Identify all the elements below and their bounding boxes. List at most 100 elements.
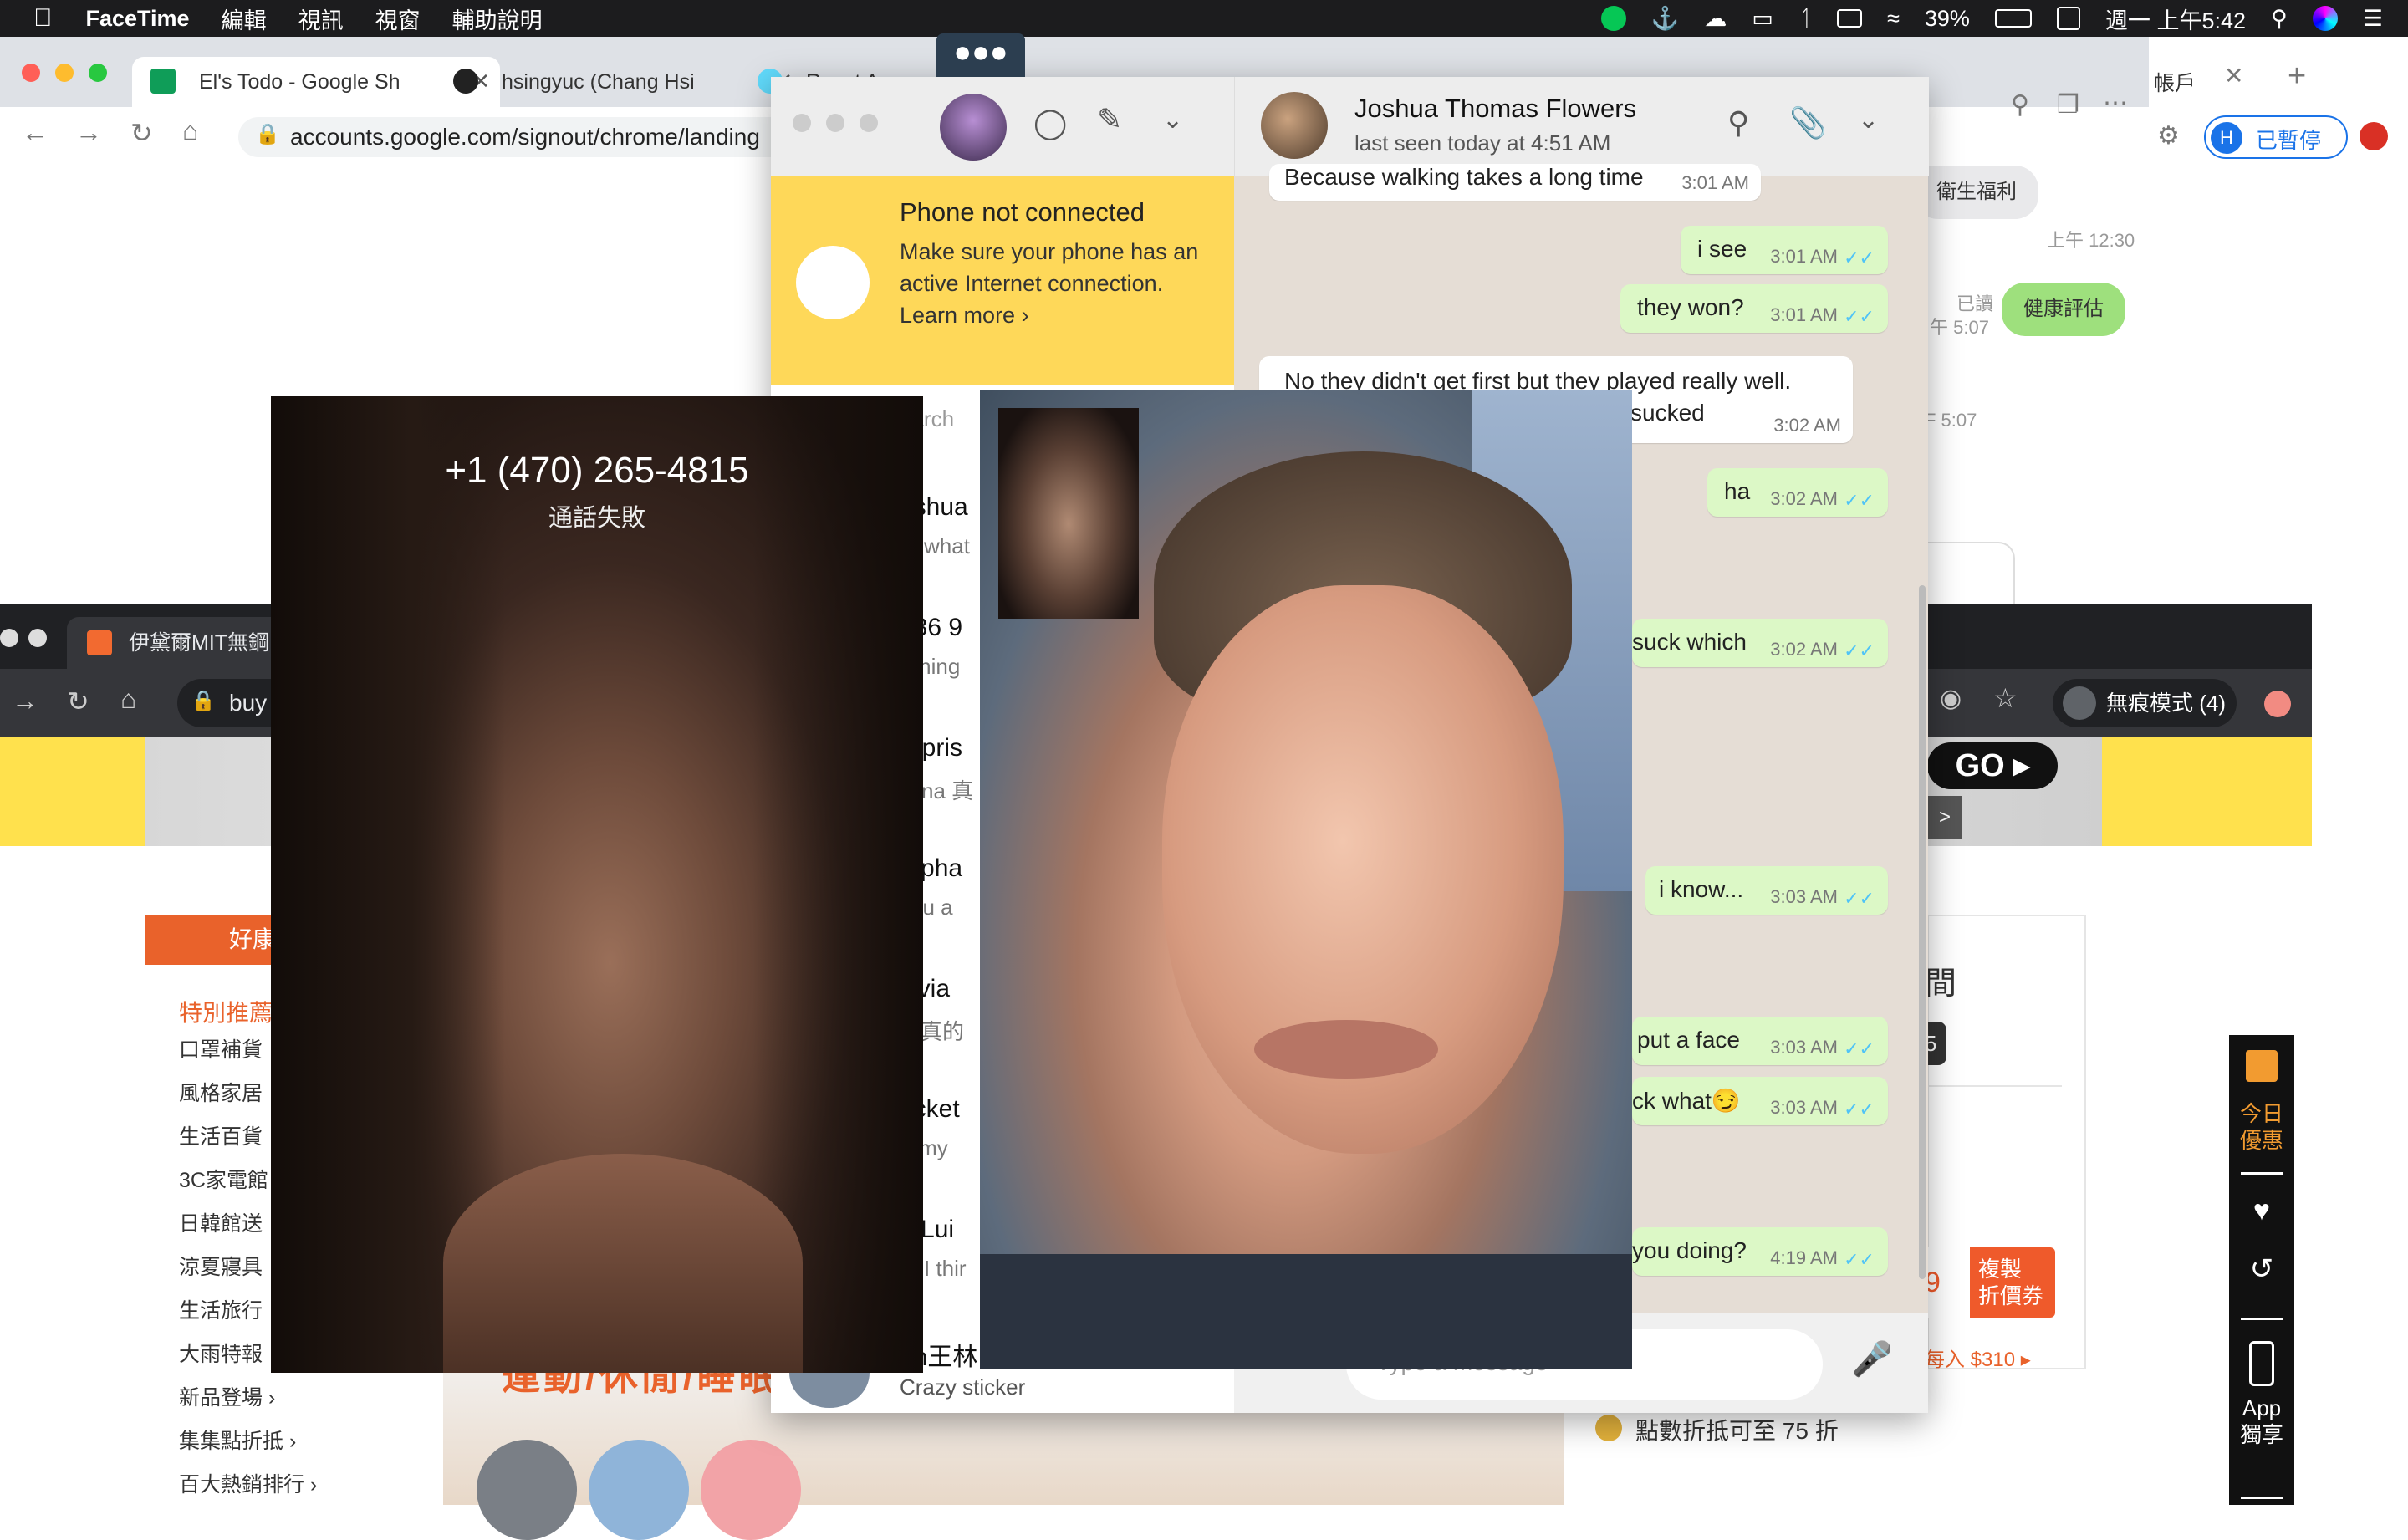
history-icon[interactable]: ↺	[2229, 1255, 2294, 1283]
message-time: 3:02 AM	[1770, 488, 1838, 509]
message-outgoing[interactable]: they won? 3:01 AM ✓✓	[1620, 284, 1888, 333]
contact-last-seen: last seen today at 4:51 AM	[1354, 130, 1611, 156]
menu-edit[interactable]: 編輯	[222, 3, 267, 35]
message-outgoing[interactable]: you doing? 4:19 AM ✓✓	[1632, 1227, 1888, 1276]
side-menu-item[interactable]: 風格家居	[179, 1077, 263, 1107]
tab-account[interactable]: 帳戶	[2107, 57, 2304, 107]
update-badge-icon[interactable]	[2264, 691, 2291, 717]
gift-icon[interactable]	[2246, 1050, 2278, 1082]
side-menu-item[interactable]: 3C家電館	[179, 1164, 268, 1194]
keyboard-icon[interactable]	[1837, 9, 1863, 28]
profile-paused-button[interactable]: H 已暫停	[2204, 115, 2348, 159]
attach-icon[interactable]: 📎	[1789, 105, 1827, 140]
forward-icon[interactable]: →	[12, 686, 38, 716]
side-menu-item[interactable]: 生活旅行	[179, 1294, 263, 1324]
side-menu-item[interactable]: 口罩補貨	[179, 1033, 263, 1063]
home-icon[interactable]: ⌂	[182, 115, 198, 146]
my-profile-avatar[interactable]	[940, 94, 1007, 161]
line-status-icon[interactable]	[1600, 6, 1626, 31]
window-close-button[interactable]	[793, 114, 811, 132]
creative-cloud-icon[interactable]: ☁	[1704, 6, 1727, 32]
todays-deal-link[interactable]: 今日 優惠	[2229, 1100, 2294, 1154]
window-minimize-button[interactable]	[826, 114, 844, 132]
bookmark-star-icon[interactable]: ☆	[1993, 682, 2018, 714]
color-swatch[interactable]	[701, 1440, 801, 1540]
docker-icon[interactable]: ⚓	[1651, 5, 1680, 32]
tab-window-icon[interactable]: ❐	[2057, 90, 2079, 120]
menu-app-name[interactable]: FaceTime	[86, 6, 190, 32]
wifi-icon[interactable]: ≈	[1887, 6, 1900, 32]
bluetooth-icon[interactable]: ᛐ	[1798, 6, 1812, 32]
zoom-lens-icon[interactable]: ⚲	[2011, 90, 2029, 120]
message-outgoing[interactable]: i know... 3:03 AM ✓✓	[1645, 866, 1888, 915]
color-swatch[interactable]	[477, 1440, 577, 1540]
self-view-pip[interactable]	[998, 408, 1139, 619]
siri-icon[interactable]	[2312, 6, 2338, 31]
contact-name[interactable]: Joshua Thomas Flowers	[1354, 94, 1636, 124]
side-menu-header[interactable]: 好康	[145, 915, 288, 965]
window-zoom-button[interactable]	[860, 114, 878, 132]
chat-input-box[interactable]	[1915, 542, 2015, 610]
incognito-label: 無痕模式 (4)	[2106, 691, 2227, 716]
side-menu-featured[interactable]: 特別推薦	[179, 995, 273, 1028]
window-zoom-button[interactable]	[89, 64, 107, 82]
input-method-icon[interactable]	[2056, 7, 2080, 30]
whatsapp-tab-handle[interactable]: ●●●	[936, 33, 1025, 77]
forward-icon[interactable]: →	[75, 117, 102, 148]
side-menu-item[interactable]: 集集點折抵 ›	[179, 1425, 296, 1455]
window-close-button[interactable]	[22, 64, 40, 82]
side-menu-item[interactable]: 生活百貨	[179, 1120, 263, 1150]
chevron-down-icon[interactable]: ⌄	[1162, 105, 1183, 135]
microphone-icon[interactable]: 🎤	[1851, 1339, 1893, 1379]
message-outgoing[interactable]: suck which 3:02 AM ✓✓	[1632, 619, 1888, 667]
side-menu-item[interactable]: 日韓館送	[179, 1207, 263, 1237]
new-tab-icon[interactable]: +	[2288, 59, 2306, 94]
copy-coupon-button[interactable]: 複製 折價券	[1970, 1247, 2055, 1318]
menubar-clock[interactable]: 週一 上午5:42	[2105, 3, 2246, 35]
window-minimize-button[interactable]	[0, 629, 18, 647]
message-outgoing[interactable]: i see 3:01 AM ✓✓	[1681, 226, 1888, 274]
more-menu-icon[interactable]: ⋯	[2103, 89, 2128, 118]
update-badge-icon[interactable]	[2360, 122, 2388, 150]
battery-icon[interactable]	[1994, 9, 2032, 28]
side-menu-item[interactable]: 涼夏寢具	[179, 1251, 263, 1281]
window-minimize-button[interactable]	[55, 64, 74, 82]
side-menu-item[interactable]: 新品登場 ›	[179, 1381, 275, 1411]
battery-percent[interactable]: 39%	[1925, 6, 1970, 32]
message-outgoing[interactable]: ck what😏 3:03 AM ✓✓	[1632, 1077, 1888, 1125]
search-icon[interactable]: ⚲	[1727, 105, 1749, 140]
scrollbar[interactable]	[1919, 585, 1926, 1279]
banner-go-button[interactable]: GO ▸	[1927, 742, 2058, 789]
extensions-icon[interactable]: ⚙	[2157, 121, 2180, 150]
phone-icon[interactable]	[2249, 1341, 2274, 1386]
incognito-eye-icon[interactable]: ◉	[1940, 684, 1962, 713]
contact-avatar[interactable]	[1261, 92, 1328, 159]
app-exclusive-link[interactable]: App 獨享	[2229, 1395, 2294, 1448]
reload-icon[interactable]: ↻	[67, 686, 89, 717]
window-zoom-button[interactable]	[28, 629, 47, 647]
back-icon[interactable]: ←	[22, 117, 48, 148]
menu-help[interactable]: 輔助說明	[452, 3, 543, 35]
banner-next-arrow[interactable]: >	[1927, 796, 1962, 839]
new-chat-icon[interactable]: ✎	[1097, 102, 1122, 137]
apple-icon[interactable]: 	[33, 4, 53, 33]
reload-icon[interactable]: ↻	[130, 117, 153, 149]
menu-video[interactable]: 視訊	[298, 3, 344, 35]
message-outgoing[interactable]: put a face 3:03 AM ✓✓	[1632, 1017, 1888, 1065]
message-outgoing[interactable]: ha 3:02 AM ✓✓	[1707, 468, 1888, 517]
message-incoming[interactable]: Because walking takes a long time 3:01 A…	[1269, 164, 1761, 201]
heart-icon[interactable]: ♥	[2229, 1196, 2294, 1225]
chevron-down-icon[interactable]: ⌄	[1858, 105, 1879, 135]
close-tab-icon[interactable]: ✕	[2224, 62, 2243, 89]
learn-more-link[interactable]: Learn more ›	[900, 303, 1029, 328]
side-menu-item[interactable]: 百大熱銷排行 ›	[179, 1468, 317, 1498]
incognito-indicator[interactable]: 無痕模式 (4)	[2053, 679, 2237, 727]
home-icon[interactable]: ⌂	[120, 684, 136, 715]
status-icon[interactable]: ◯	[1033, 105, 1067, 140]
spotlight-search-icon[interactable]: ⚲	[2271, 6, 2288, 32]
color-swatch[interactable]	[589, 1440, 689, 1540]
airplay-icon[interactable]: ▭	[1752, 6, 1773, 32]
menu-window[interactable]: 視窗	[375, 3, 421, 35]
side-menu-item[interactable]: 大雨特報	[179, 1338, 263, 1368]
notification-center-icon[interactable]: ☰	[2363, 6, 2383, 32]
